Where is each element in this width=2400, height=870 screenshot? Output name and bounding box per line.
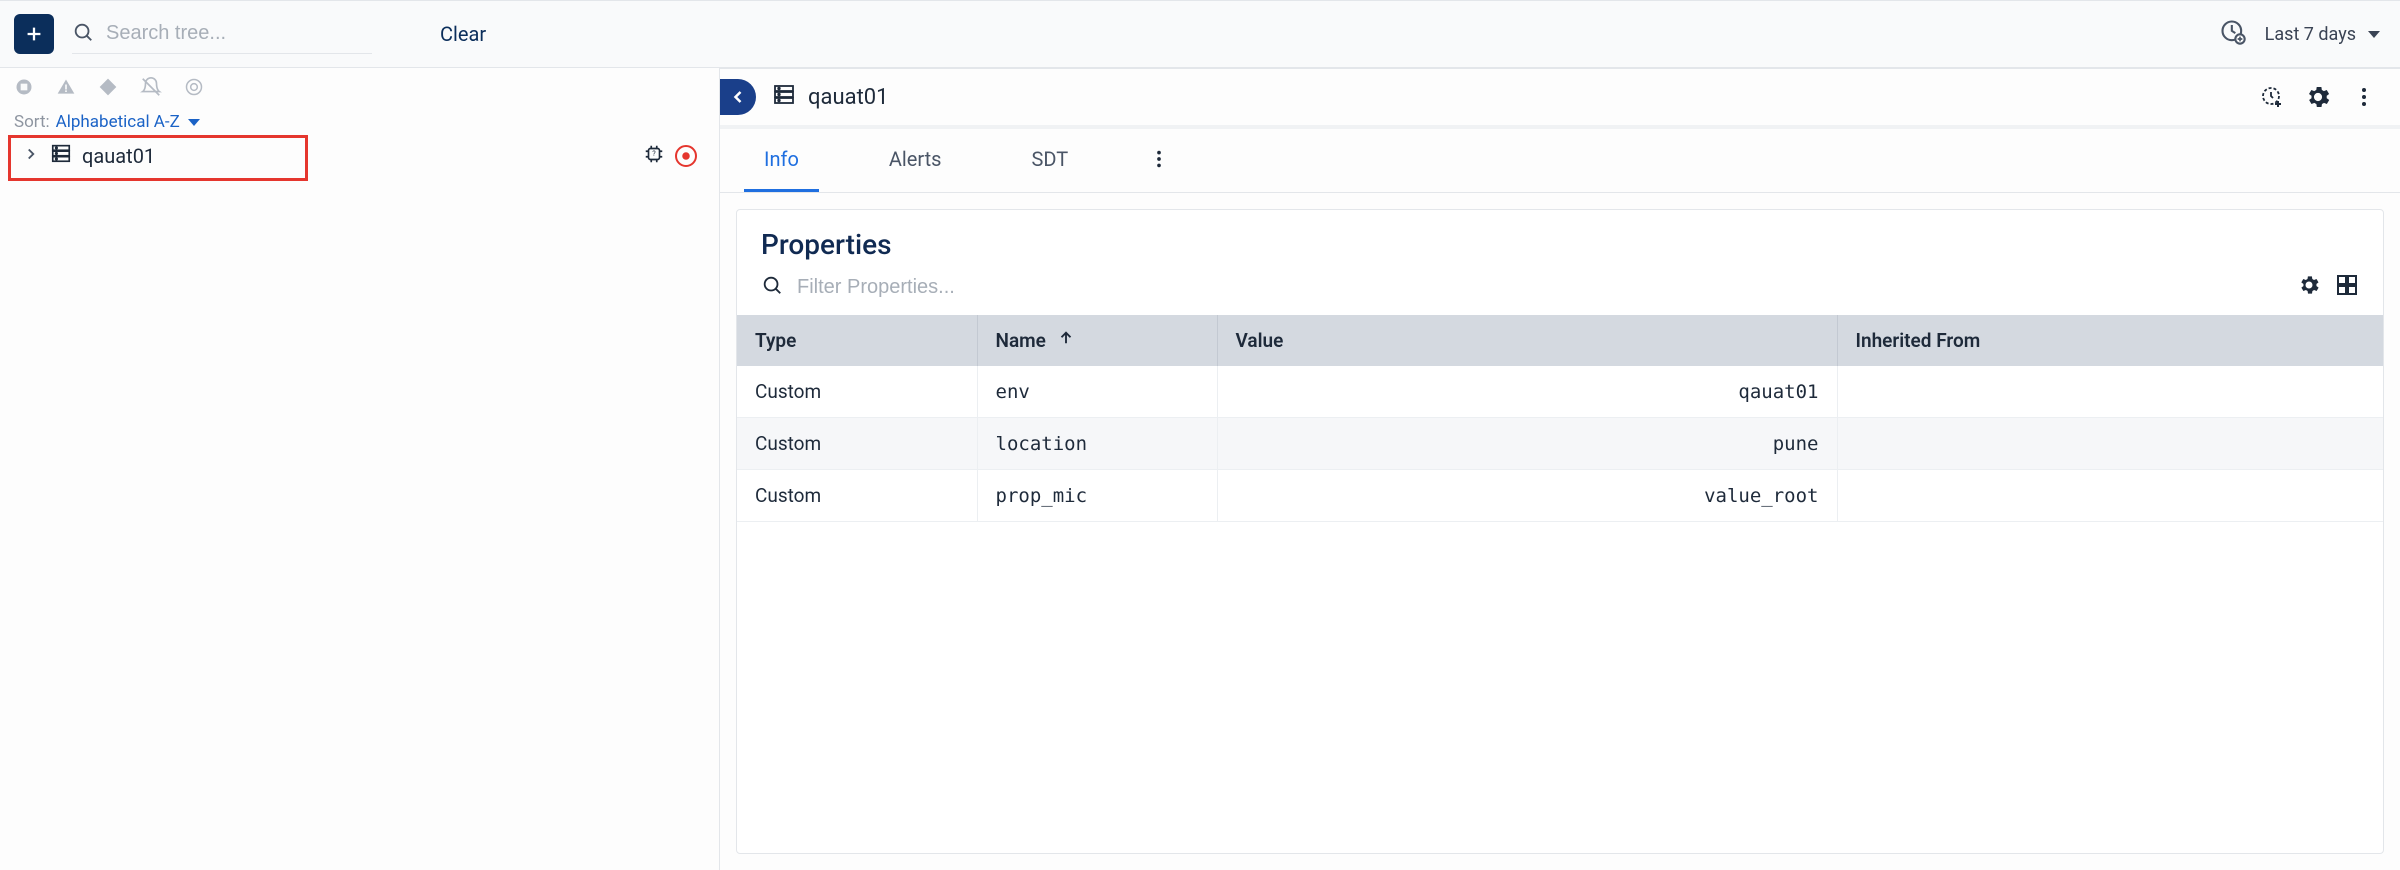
properties-settings-icon[interactable] (2297, 273, 2321, 301)
chevron-right-icon[interactable] (22, 144, 40, 168)
properties-title: Properties (737, 210, 2383, 269)
settings-gear-icon[interactable] (2304, 83, 2332, 111)
svg-text:?: ? (652, 148, 656, 157)
time-settings-icon[interactable] (2219, 18, 2247, 50)
group-icon (772, 82, 796, 112)
properties-table: Type Name Value Inherited From Custom (737, 315, 2383, 522)
properties-layout-icon[interactable] (2335, 273, 2359, 301)
sort-asc-icon (1057, 329, 1075, 352)
properties-filter-row (737, 269, 2383, 315)
cell-name: prop_mic (977, 470, 1217, 522)
properties-panel: Properties (736, 209, 2384, 854)
top-toolbar: Clear Last 7 days (0, 0, 2400, 68)
tab-info[interactable]: Info (744, 129, 819, 192)
detail-header: qauat01 (720, 69, 2400, 129)
sort-row: Sort: Alphabetical A-Z (0, 106, 719, 132)
group-icon (50, 142, 72, 169)
cell-value: pune (1217, 418, 1837, 470)
caret-down-icon (2368, 31, 2380, 38)
add-button[interactable] (14, 14, 54, 54)
table-row[interactable]: Custom prop_mic value_root (737, 470, 2383, 522)
tab-row: Info Alerts SDT (720, 129, 2400, 193)
search-tree-wrap (72, 15, 372, 54)
tree-sidebar: Sort: Alphabetical A-Z qauat01 (0, 68, 720, 870)
caret-down-icon (188, 119, 200, 126)
cell-type: Custom (737, 418, 977, 470)
col-header-type[interactable]: Type (737, 315, 977, 366)
filter-icon-row (0, 68, 719, 106)
cell-inherited (1837, 470, 2383, 522)
tab-sdt[interactable]: SDT (1012, 129, 1089, 192)
cell-type: Custom (737, 470, 977, 522)
detail-panel: qauat01 Info Alerts SDT (720, 68, 2400, 870)
back-button[interactable] (720, 79, 756, 115)
filter-target-icon[interactable] (184, 77, 204, 97)
col-header-value[interactable]: Value (1217, 315, 1837, 366)
sort-label: Sort: (14, 112, 50, 132)
cell-value: value_root (1217, 470, 1837, 522)
search-icon (761, 274, 783, 300)
filter-sdt-icon[interactable] (14, 77, 34, 97)
filter-bell-off-icon[interactable] (140, 76, 162, 98)
more-vertical-icon[interactable] (2352, 85, 2376, 109)
cell-inherited (1837, 366, 2383, 418)
filter-diamond-icon[interactable] (98, 77, 118, 97)
cell-inherited (1837, 418, 2383, 470)
time-range-selector[interactable]: Last 7 days (2265, 24, 2380, 45)
tree-item-label: qauat01 (82, 144, 155, 168)
table-row[interactable]: Custom location pune (737, 418, 2383, 470)
cell-name: env (977, 366, 1217, 418)
search-icon (72, 21, 94, 47)
tree-item-qauat01[interactable]: qauat01 ? (12, 136, 707, 175)
tabs-more-icon[interactable] (1138, 148, 1180, 174)
col-header-name-label: Name (996, 329, 1046, 352)
sort-dropdown[interactable]: Alphabetical A-Z (56, 112, 200, 132)
detail-title-text: qauat01 (808, 85, 889, 110)
add-time-icon[interactable] (2260, 85, 2284, 109)
col-header-name[interactable]: Name (977, 315, 1217, 366)
alert-badge-icon[interactable] (675, 145, 697, 167)
tab-alerts[interactable]: Alerts (869, 129, 962, 192)
search-tree-input[interactable] (106, 22, 372, 45)
cell-name: location (977, 418, 1217, 470)
main-area: Sort: Alphabetical A-Z qauat01 (0, 68, 2400, 870)
properties-filter-input[interactable] (797, 276, 1197, 299)
time-range-label: Last 7 days (2265, 24, 2356, 45)
clear-search-button[interactable]: Clear (440, 22, 486, 46)
chip-icon[interactable]: ? (643, 143, 665, 169)
sort-value: Alphabetical A-Z (56, 112, 180, 132)
cell-type: Custom (737, 366, 977, 418)
table-row[interactable]: Custom env qauat01 (737, 366, 2383, 418)
filter-warning-icon[interactable] (56, 77, 76, 97)
cell-value: qauat01 (1217, 366, 1837, 418)
col-header-inherited[interactable]: Inherited From (1837, 315, 2383, 366)
resource-tree: qauat01 ? (0, 132, 719, 179)
detail-title: qauat01 (772, 82, 889, 112)
